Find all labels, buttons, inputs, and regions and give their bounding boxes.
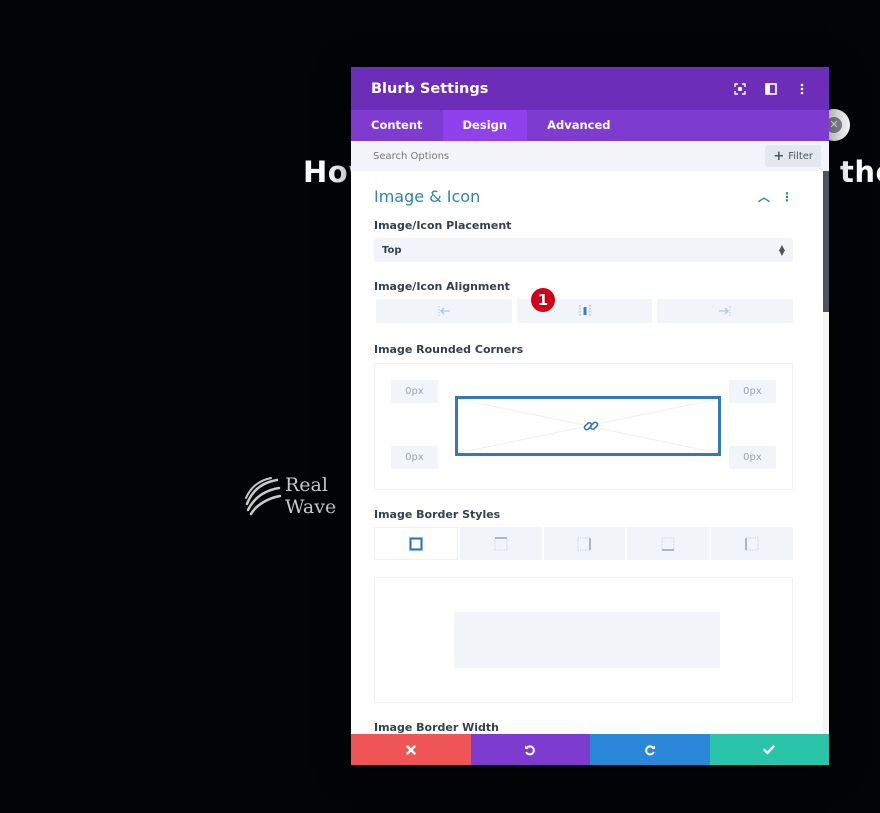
tab-design[interactable]: Design bbox=[442, 110, 528, 141]
align-left-icon bbox=[438, 306, 450, 316]
border-top-icon bbox=[494, 536, 508, 550]
rounded-corners-label: Image Rounded Corners bbox=[374, 343, 524, 356]
corner-bottom-right-input[interactable]: 0px bbox=[729, 446, 776, 469]
border-styles-label: Image Border Styles bbox=[374, 508, 501, 521]
blurb-settings-modal: Blurb Settings Content Design Advanced +… bbox=[351, 67, 829, 765]
border-left-icon bbox=[745, 537, 759, 550]
chevron-up-icon[interactable]: ︿ bbox=[758, 188, 770, 205]
discard-button[interactable] bbox=[351, 734, 471, 765]
filter-label: Filter bbox=[788, 150, 813, 162]
check-icon bbox=[763, 744, 775, 754]
border-top-button[interactable] bbox=[459, 527, 542, 560]
border-all-button[interactable] bbox=[374, 527, 458, 560]
save-button[interactable] bbox=[709, 734, 829, 765]
border-styles-options bbox=[374, 527, 793, 560]
corner-top-left-input[interactable]: 0px bbox=[391, 380, 438, 403]
border-width-label: Image Border Width bbox=[374, 721, 499, 734]
plus-icon: + bbox=[773, 148, 785, 164]
undo-icon bbox=[525, 744, 536, 755]
step-badge: 1 bbox=[531, 288, 555, 312]
modal-title: Blurb Settings bbox=[371, 80, 489, 97]
border-bottom-icon bbox=[661, 537, 675, 551]
border-all-icon bbox=[409, 536, 423, 551]
redo-icon bbox=[644, 744, 655, 755]
scrollbar-thumb[interactable] bbox=[823, 171, 829, 312]
logo-line-2: Wave bbox=[285, 496, 337, 518]
align-right-icon bbox=[719, 306, 731, 316]
more-options-icon[interactable] bbox=[795, 82, 809, 96]
wave-logo-icon bbox=[245, 477, 282, 516]
placement-value: Top bbox=[382, 244, 402, 256]
placement-select[interactable]: Top ▲ ▼ bbox=[374, 238, 793, 262]
align-left-button[interactable] bbox=[376, 299, 512, 323]
select-arrows-icon: ▲ ▼ bbox=[778, 243, 785, 257]
border-right-button[interactable] bbox=[543, 527, 626, 560]
border-preview-box bbox=[454, 612, 720, 668]
real-wave-logo: Real Wave bbox=[243, 474, 336, 518]
expand-icon[interactable] bbox=[733, 82, 747, 96]
align-right-button[interactable] bbox=[657, 299, 794, 323]
redo-button[interactable] bbox=[590, 734, 710, 765]
sidebar-layout-icon[interactable] bbox=[764, 82, 778, 96]
settings-content: Image & Icon ︿ ⋮ Image/Icon Placement To… bbox=[351, 171, 821, 734]
close-icon bbox=[406, 744, 416, 755]
modal-tabs: Content Design Advanced bbox=[351, 110, 829, 141]
background-heading-right: the bbox=[840, 155, 880, 189]
corner-bottom-left-input[interactable]: 0px bbox=[391, 446, 438, 469]
modal-header[interactable]: Blurb Settings bbox=[351, 67, 829, 110]
filter-button[interactable]: + Filter bbox=[765, 145, 821, 167]
corners-preview bbox=[455, 396, 721, 456]
border-style-preview bbox=[374, 577, 793, 703]
border-bottom-button[interactable] bbox=[627, 527, 710, 560]
align-center-icon bbox=[579, 305, 590, 317]
tab-content[interactable]: Content bbox=[351, 110, 443, 141]
search-bar: + Filter bbox=[351, 141, 829, 171]
modal-footer bbox=[351, 734, 829, 765]
link-icon[interactable] bbox=[583, 418, 599, 434]
alignment-options: 1 bbox=[376, 288, 794, 323]
section-title: Image & Icon bbox=[374, 186, 481, 206]
border-left-button[interactable] bbox=[711, 527, 793, 560]
tab-advanced[interactable]: Advanced bbox=[527, 110, 630, 141]
alignment-label: Image/Icon Alignment bbox=[374, 280, 510, 293]
placement-label: Image/Icon Placement bbox=[374, 219, 512, 232]
search-options-input[interactable] bbox=[373, 150, 766, 162]
undo-button[interactable] bbox=[470, 734, 590, 765]
section-options-icon[interactable]: ⋮ bbox=[781, 188, 793, 205]
border-right-icon bbox=[577, 537, 592, 550]
corner-top-right-input[interactable]: 0px bbox=[729, 380, 776, 403]
logo-line-1: Real bbox=[285, 474, 328, 496]
rounded-corners-control: 0px 0px 0px 0px bbox=[374, 363, 793, 490]
section-image-icon-header[interactable]: Image & Icon ︿ ⋮ bbox=[374, 171, 793, 219]
